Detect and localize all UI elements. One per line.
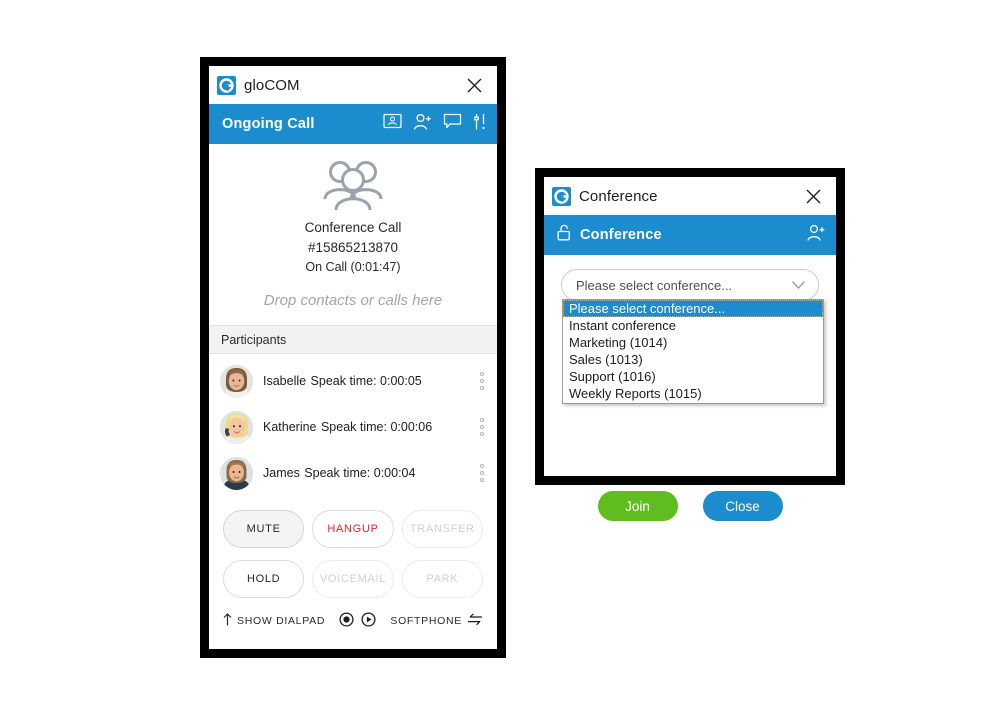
arrow-up-icon: [223, 613, 232, 629]
conference-titlebar: Conference: [544, 177, 836, 215]
bottom-bar: SHOW DIALPAD SOFTPHONE: [209, 598, 497, 630]
glocom-titlebar: gloCOM: [209, 66, 497, 104]
dropdown-option[interactable]: Instant conference: [563, 317, 823, 334]
ongoing-call-toolbar: [383, 113, 487, 136]
participant-menu-icon[interactable]: [475, 367, 489, 395]
conference-body: Please select conference... Please selec…: [544, 255, 836, 521]
avatar: [220, 410, 253, 444]
conference-title: Conference: [579, 187, 658, 205]
glocom-title: gloCOM: [244, 76, 300, 94]
video-conference-icon[interactable]: [383, 113, 402, 135]
voicemail-button: VOICEMAIL: [312, 560, 394, 598]
conference-dropdown-list[interactable]: Please select conference... Instant conf…: [562, 299, 824, 404]
screen: gloCOM Ongoing Call Conference Call #158…: [0, 0, 1000, 714]
add-participant-icon[interactable]: [413, 113, 432, 136]
recording-controls: [325, 612, 390, 630]
conference-action-label: Conference: [580, 227, 662, 243]
glocom-window: gloCOM Ongoing Call Conference Call #158…: [200, 57, 506, 658]
participant-row[interactable]: Isabelle Speak time: 0:00:05: [209, 358, 497, 404]
call-controls: MUTE HANGUP TRANSFER HOLD VOICEMAIL PARK: [209, 498, 497, 598]
participant-speak-time: Speak time: 0:00:05: [310, 374, 422, 388]
conference-dialog-buttons: Join Close: [544, 491, 836, 521]
close-button[interactable]: Close: [702, 491, 783, 521]
call-status: On Call (0:01:47): [305, 260, 401, 274]
ongoing-call-bar: Ongoing Call: [209, 104, 497, 144]
avatar: [220, 364, 253, 398]
conference-action-bar: Conference: [544, 215, 836, 255]
join-button[interactable]: Join: [597, 491, 678, 521]
swap-arrows-icon: [467, 613, 483, 629]
call-name: Conference Call: [304, 220, 402, 235]
mute-button[interactable]: MUTE: [223, 510, 305, 548]
chat-icon[interactable]: [443, 113, 462, 135]
participant-info: James Speak time: 0:00:04: [263, 464, 475, 482]
dropdown-option[interactable]: Sales (1013): [563, 351, 823, 368]
dropdown-option[interactable]: Support (1016): [563, 368, 823, 385]
participant-speak-time: Speak time: 0:00:06: [320, 420, 433, 434]
participant-menu-icon[interactable]: [475, 459, 489, 487]
close-icon[interactable]: [461, 72, 487, 98]
participants-list: Isabelle Speak time: 0:00:05 Katherine S…: [209, 354, 497, 498]
call-number: #15865213870: [307, 240, 399, 255]
dropdown-option[interactable]: Weekly Reports (1015): [563, 385, 823, 402]
add-participant-icon[interactable]: [806, 224, 826, 247]
dropdown-option[interactable]: Please select conference...: [563, 300, 823, 317]
participant-menu-icon[interactable]: [475, 413, 489, 441]
dropdown-option[interactable]: Marketing (1014): [563, 334, 823, 351]
drop-zone-hint[interactable]: Drop contacts or calls here: [209, 292, 497, 309]
participant-name: Katherine: [263, 420, 317, 434]
ongoing-call-label: Ongoing Call: [222, 116, 315, 132]
participant-row[interactable]: James Speak time: 0:00:04: [209, 450, 497, 496]
hangup-button[interactable]: HANGUP: [312, 510, 394, 548]
settings-sliders-icon[interactable]: [473, 113, 487, 136]
transfer-button: TRANSFER: [401, 510, 483, 548]
glocom-logo-icon: [217, 75, 236, 95]
show-dialpad-button[interactable]: SHOW DIALPAD: [223, 613, 325, 629]
participant-info: Katherine Speak time: 0:00:06: [263, 418, 475, 436]
call-info-panel: Conference Call #15865213870 On Call (0:…: [209, 144, 497, 309]
participant-row[interactable]: Katherine Speak time: 0:00:06: [209, 404, 497, 450]
close-icon[interactable]: [800, 183, 826, 209]
hold-button[interactable]: HOLD: [223, 560, 305, 598]
conference-select-value: Please select conference...: [576, 277, 733, 293]
softphone-button[interactable]: SOFTPHONE: [390, 613, 483, 629]
participant-speak-time: Speak time: 0:00:04: [304, 466, 416, 480]
chevron-down-icon: [791, 278, 806, 293]
group-call-icon: [209, 158, 497, 214]
avatar: [220, 456, 253, 490]
conference-dialog: Conference Conference Please select conf…: [535, 168, 845, 521]
record-icon[interactable]: [339, 612, 354, 630]
participant-info: Isabelle Speak time: 0:00:05: [263, 372, 475, 390]
show-dialpad-label: SHOW DIALPAD: [237, 615, 326, 627]
conference-select[interactable]: Please select conference...: [561, 269, 819, 301]
unlocked-padlock-icon: [557, 224, 571, 246]
participant-name: Isabelle: [263, 374, 307, 388]
play-icon[interactable]: [361, 612, 376, 630]
park-button: PARK: [401, 560, 483, 598]
glocom-logo-icon: [552, 186, 571, 206]
softphone-label: SOFTPHONE: [390, 615, 462, 627]
participant-name: James: [263, 466, 300, 480]
participants-header: Participants: [209, 325, 497, 354]
